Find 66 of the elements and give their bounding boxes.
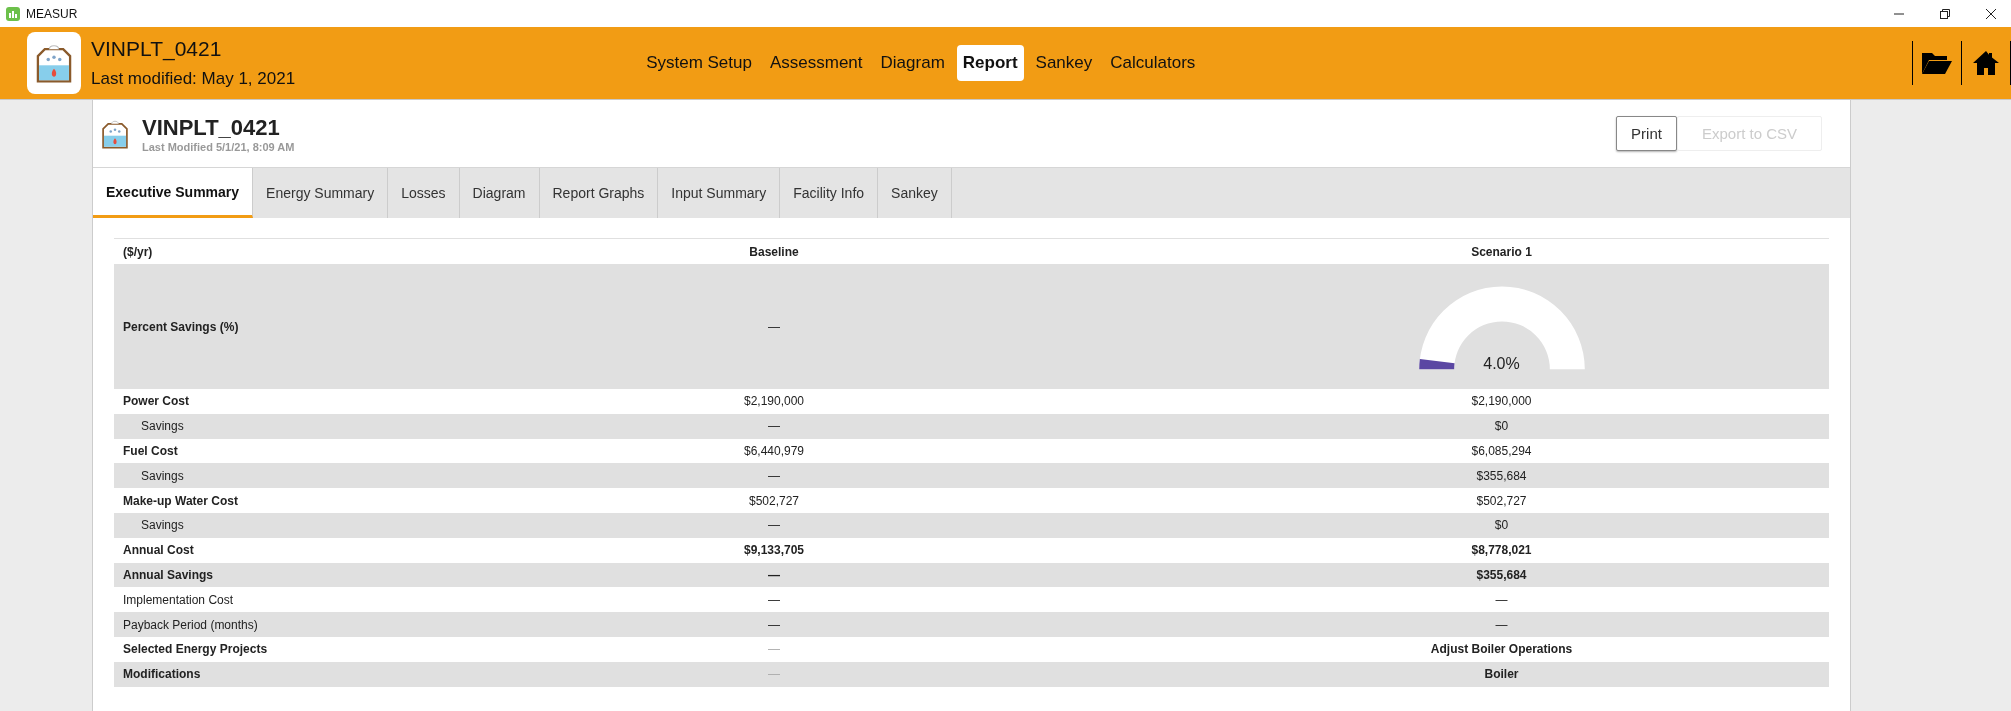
row-label: Savings — [140, 468, 185, 483]
column-header: ($/yr) — [122, 244, 154, 259]
table-cell-text: — — [767, 319, 781, 334]
table-cell-text: — — [767, 567, 781, 582]
nav-tab[interactable]: Diagram — [874, 45, 951, 81]
project-title: VINPLT_0421 — [91, 37, 223, 61]
table-cell-text: — — [767, 518, 781, 533]
app-logo-icon — [6, 6, 20, 21]
table-cell-text: $8,778,021 — [1470, 543, 1533, 558]
gauge-reading: 4.0% — [1482, 354, 1521, 373]
print-button[interactable]: Print — [1616, 116, 1677, 151]
table-cell-text: — — [767, 617, 781, 632]
close-icon[interactable] — [1985, 7, 1997, 20]
table-cell-text: $0 — [1493, 518, 1510, 533]
table-cell-text: — — [767, 592, 781, 607]
folder-icon[interactable] — [1921, 50, 1953, 76]
table-cell-text: — — [767, 419, 781, 434]
window-title: MEASUR — [26, 6, 78, 21]
column-header: Scenario 1 — [1470, 244, 1533, 259]
table-cell-text: — — [1494, 592, 1509, 607]
restore-icon[interactable] — [1939, 7, 1951, 20]
row-label: Savings — [140, 419, 185, 434]
row-label: Annual Cost — [122, 543, 195, 558]
section-tab[interactable]: Input Summary — [658, 168, 781, 218]
table-cell-text: — — [767, 642, 781, 657]
table-cell-text: Boiler — [1483, 667, 1520, 682]
table-cell-text: Adjust Boiler Operations — [1429, 642, 1574, 657]
column-header: Baseline — [748, 244, 800, 259]
nav-tab[interactable]: Assessment — [763, 45, 869, 81]
table-cell-text: $6,440,979 — [742, 444, 806, 458]
row-label: Power Cost — [122, 394, 190, 409]
row-label: Savings — [140, 518, 185, 533]
row-label: Fuel Cost — [122, 444, 179, 458]
table-cell-text: $502,727 — [1475, 493, 1528, 508]
report-title: VINPLT_0421 — [142, 114, 281, 141]
table-cell-text: $355,684 — [1475, 468, 1528, 483]
section-tab[interactable]: Sankey — [878, 168, 952, 218]
row-label: Selected Energy Projects — [122, 642, 269, 657]
section-tab[interactable]: Facility Info — [780, 168, 879, 218]
nav-tab[interactable]: Report — [956, 45, 1024, 81]
row-label: Modifications — [122, 667, 202, 682]
row-label: Percent Savings (%) — [122, 319, 240, 334]
row-label: Make-up Water Cost — [122, 493, 239, 508]
row-label: Annual Savings — [122, 567, 215, 582]
table-cell-text: — — [767, 667, 781, 682]
table-cell-text: $502,727 — [747, 493, 801, 508]
row-label: Payback Period (months) — [122, 617, 259, 632]
table-cell-text: $0 — [1493, 419, 1510, 434]
section-tab[interactable]: Report Graphs — [539, 168, 659, 218]
table-cell-text: — — [1494, 617, 1509, 632]
table-cell-text: $355,684 — [1475, 567, 1528, 582]
last-modified-text: Last modified: May 1, 2021 — [91, 69, 296, 89]
nav-tab[interactable]: Sankey — [1029, 45, 1099, 81]
table-cell-text: $2,190,000 — [742, 394, 806, 409]
table-cell-text: $9,133,705 — [742, 543, 806, 558]
section-tab[interactable]: Diagram — [459, 168, 540, 218]
table-cell-text: — — [767, 468, 781, 483]
section-tab[interactable]: Energy Summary — [253, 168, 389, 218]
table-cell-text: $6,085,294 — [1470, 444, 1533, 458]
section-tab[interactable]: Executive Summary — [93, 168, 254, 218]
last-modified-text: Last Modified 5/1/21, 8:09 AM — [142, 140, 295, 153]
nav-tab[interactable]: Calculators — [1104, 45, 1202, 81]
table-cell-text: $2,190,000 — [1470, 394, 1533, 409]
row-label: Implementation Cost — [122, 592, 235, 607]
section-tab[interactable]: Losses — [388, 168, 460, 218]
nav-tab[interactable]: System Setup — [640, 45, 758, 81]
